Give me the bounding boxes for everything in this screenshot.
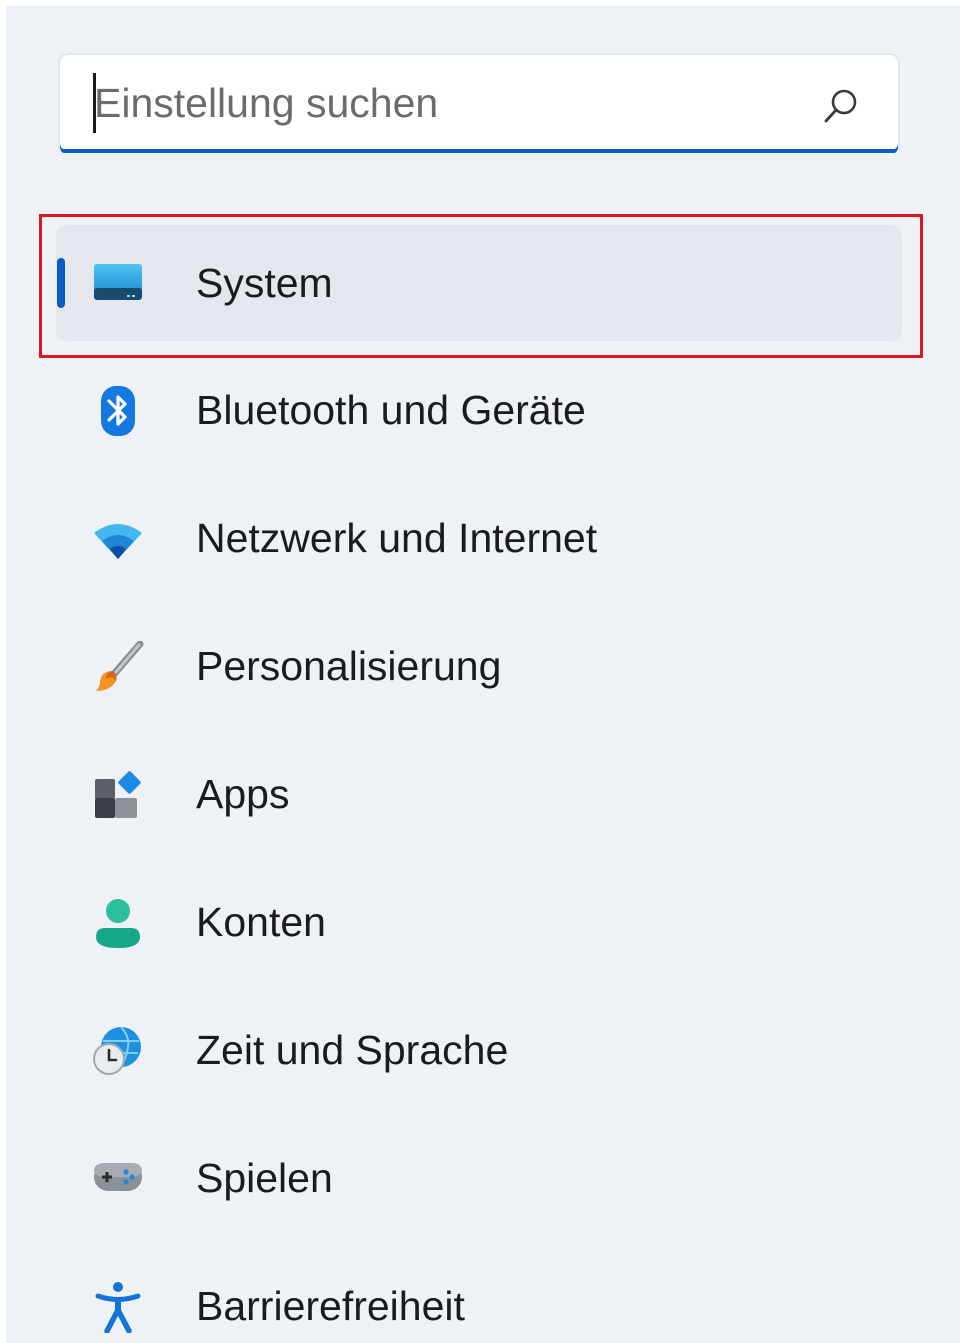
nav-label-apps: Apps xyxy=(196,771,290,817)
nav-item-time-language[interactable]: Zeit und Sprache xyxy=(56,992,902,1108)
nav-item-network[interactable]: Netzwerk und Internet xyxy=(56,480,902,596)
paintbrush-icon xyxy=(96,641,144,691)
nav-item-apps[interactable]: Apps xyxy=(56,736,902,852)
bluetooth-icon xyxy=(101,386,135,436)
nav-item-accounts[interactable]: Konten xyxy=(56,864,902,980)
gamepad-icon xyxy=(94,1163,142,1191)
nav-label-network: Netzwerk und Internet xyxy=(196,515,598,561)
system-monitor-icon xyxy=(94,264,142,300)
nav-item-system[interactable]: System xyxy=(56,225,902,341)
account-icon xyxy=(96,899,140,948)
nav-item-bluetooth[interactable]: Bluetooth und Geräte xyxy=(56,352,902,468)
globe-clock-icon xyxy=(93,1026,141,1075)
nav-label-time-language: Zeit und Sprache xyxy=(196,1027,509,1073)
nav-label-accessibility: Barrierefreiheit xyxy=(196,1283,465,1329)
search-icon[interactable] xyxy=(822,87,860,125)
nav-item-gaming[interactable]: Spielen xyxy=(56,1120,902,1236)
apps-icon xyxy=(95,771,141,818)
accessibility-icon xyxy=(95,1282,141,1333)
selection-indicator xyxy=(57,258,65,308)
nav-label-system: System xyxy=(196,260,333,306)
search-input[interactable] xyxy=(94,69,794,137)
settings-sidebar: System Bluetooth und Geräte Netzwerk und… xyxy=(6,6,960,1343)
nav-label-accounts: Konten xyxy=(196,899,326,945)
nav-label-bluetooth: Bluetooth und Geräte xyxy=(196,387,586,433)
nav-item-personalization[interactable]: Personalisierung xyxy=(56,608,902,724)
nav-item-accessibility[interactable]: Barrierefreiheit xyxy=(56,1248,902,1343)
nav-label-gaming: Spielen xyxy=(196,1155,333,1201)
text-cursor xyxy=(93,73,96,133)
search-box[interactable] xyxy=(58,53,900,153)
nav-label-personalization: Personalisierung xyxy=(196,643,502,689)
wifi-icon xyxy=(94,524,142,559)
